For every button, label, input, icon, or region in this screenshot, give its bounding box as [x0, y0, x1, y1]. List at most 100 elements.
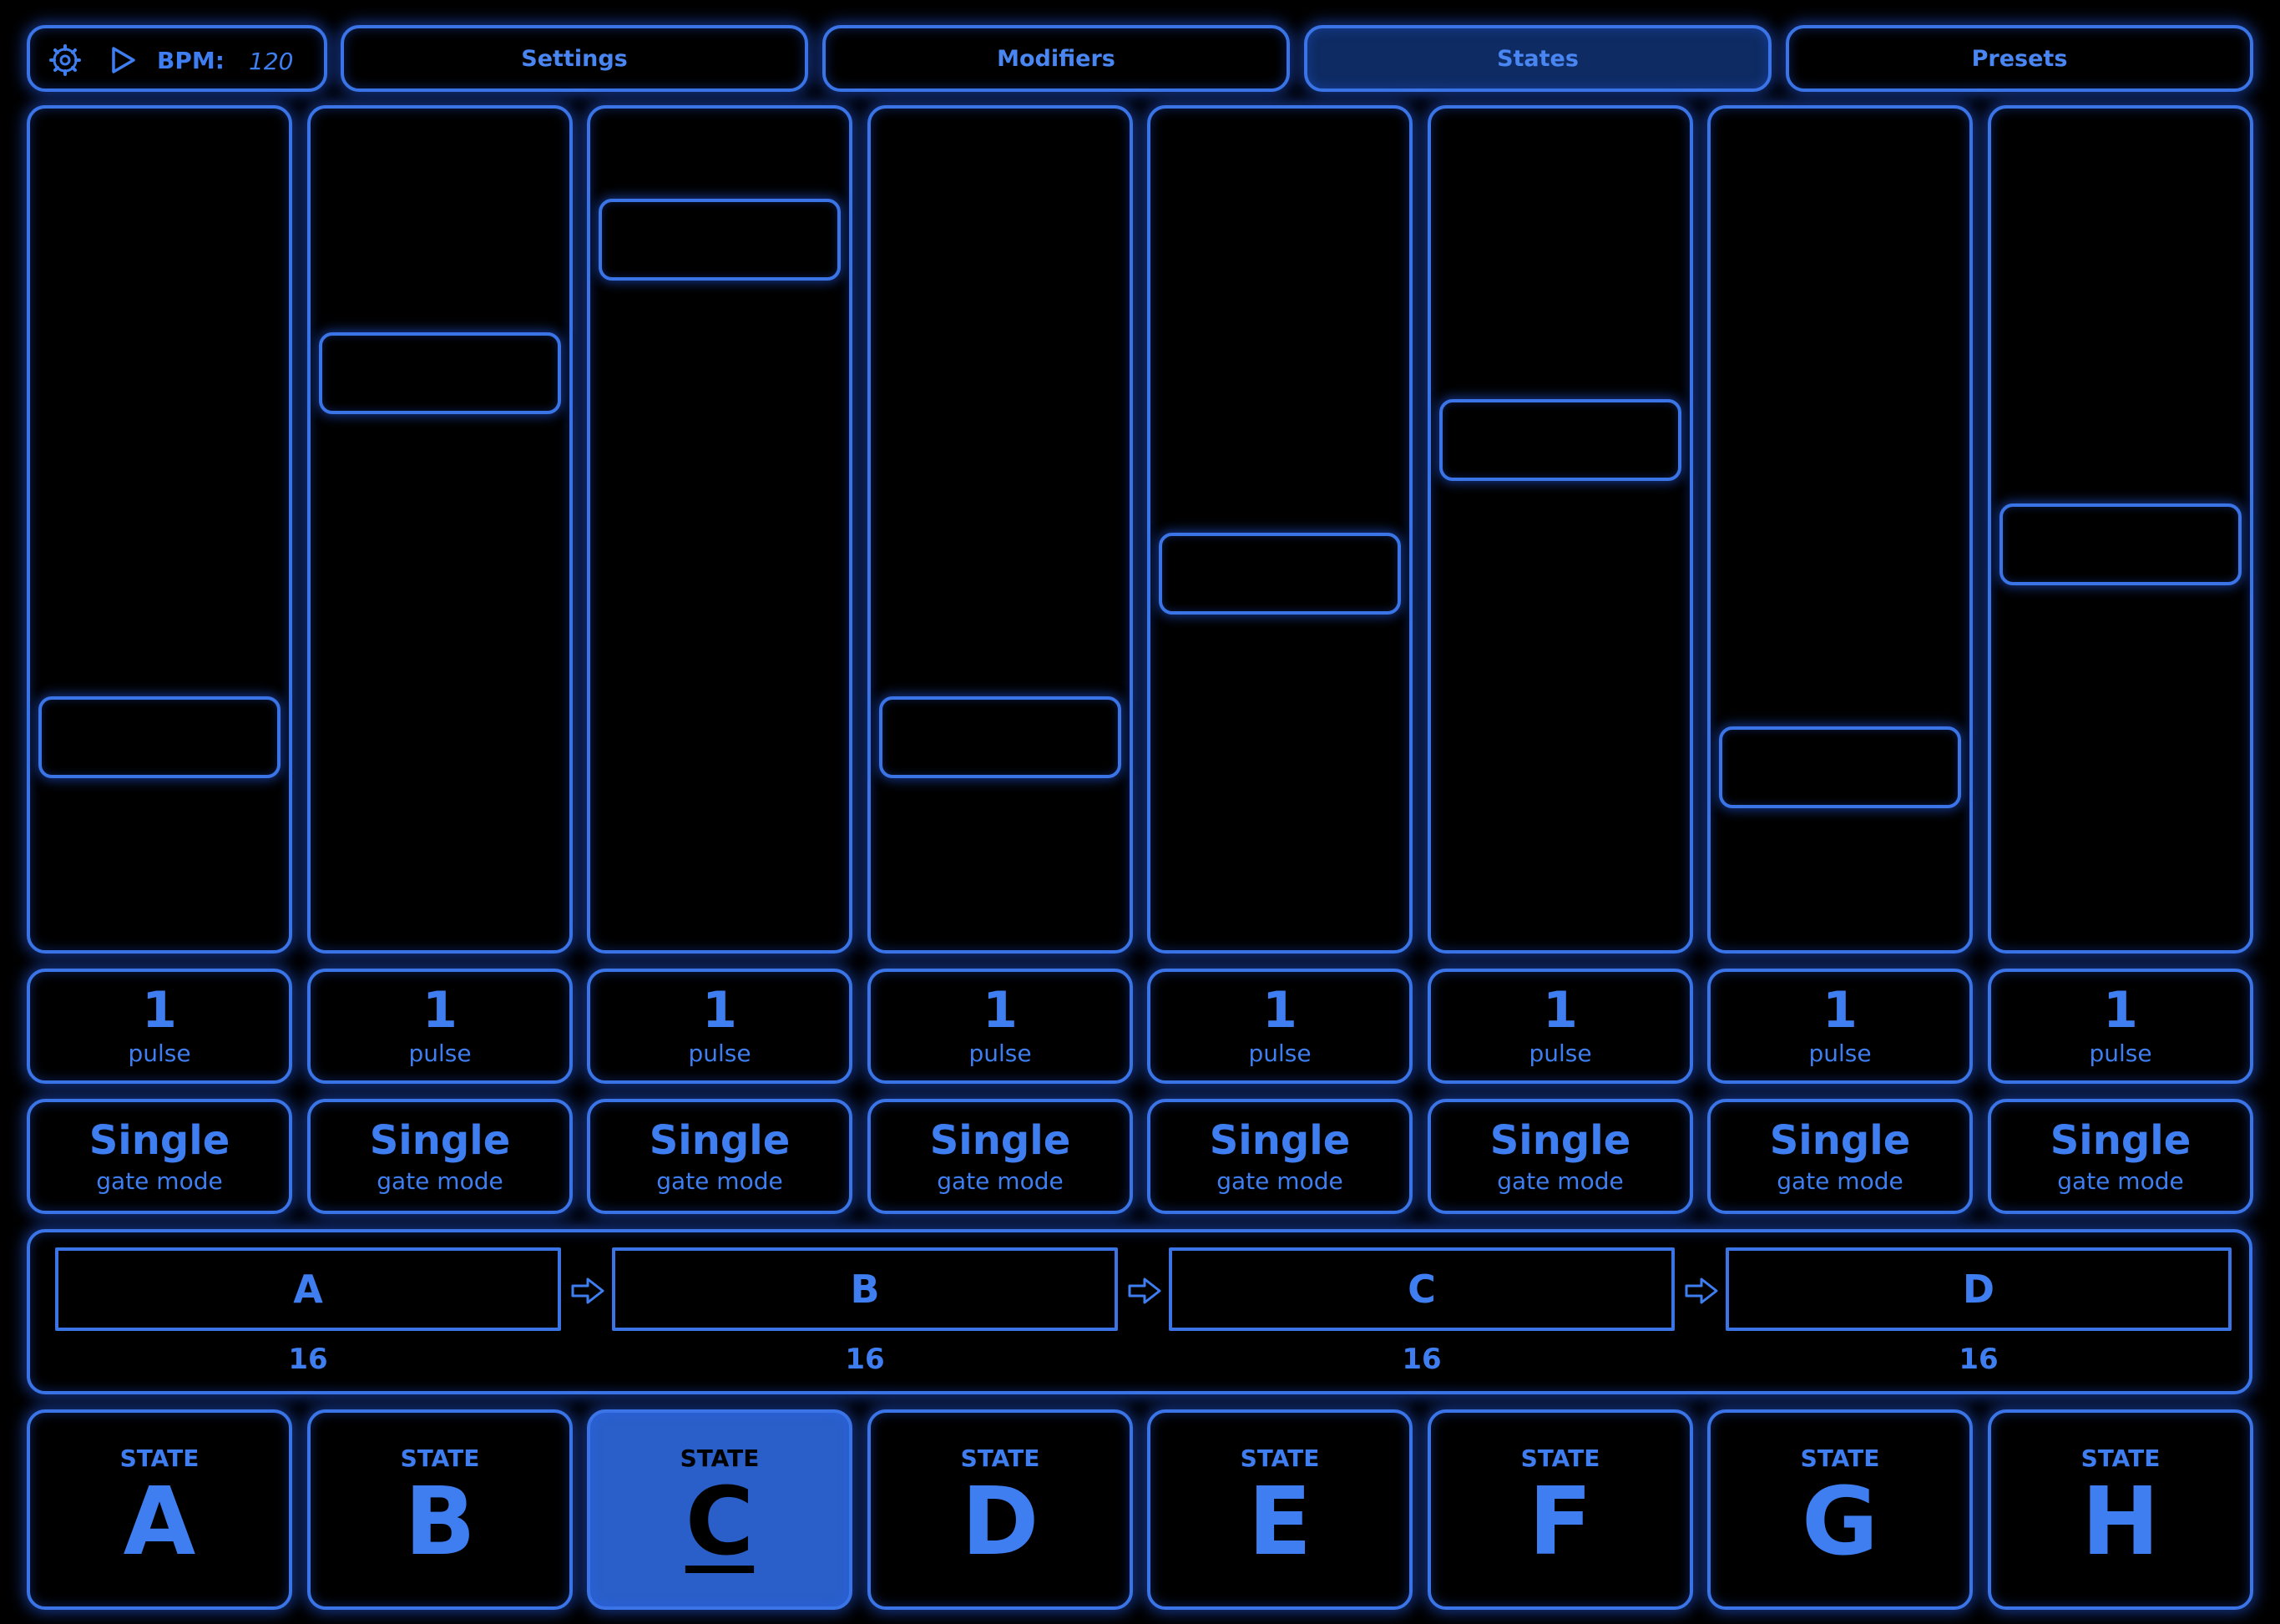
pulse-label: pulse [1808, 1039, 1872, 1067]
tab-modifiers[interactable]: Modifiers [822, 25, 1290, 92]
step-length[interactable]: 16 [1169, 1343, 1675, 1376]
state-button-g[interactable]: STATE G [1707, 1409, 1973, 1610]
gate-mode-label: gate mode [96, 1166, 223, 1195]
tab-presets[interactable]: Presets [1786, 25, 2253, 92]
bpm-label: BPM: [157, 47, 225, 74]
step-name: A [293, 1267, 323, 1312]
state-letter: D [961, 1467, 1039, 1576]
gate-mode-label: gate mode [1497, 1166, 1624, 1195]
pulse-control-1[interactable]: 1 pulse [27, 969, 292, 1084]
gate-mode-control-6[interactable]: Single gate mode [1428, 1099, 1693, 1214]
slider-handle[interactable] [599, 198, 841, 281]
channel-slider-8[interactable] [1988, 105, 2253, 954]
play-icon[interactable] [109, 45, 137, 75]
gate-mode-label: gate mode [1777, 1166, 1903, 1195]
pulse-value: 1 [422, 980, 458, 1040]
gate-mode-control-5[interactable]: Single gate mode [1147, 1099, 1413, 1214]
bpm-value[interactable]: 120 [249, 48, 293, 75]
pulse-control-4[interactable]: 1 pulse [867, 969, 1133, 1084]
pulse-value: 1 [1543, 980, 1578, 1040]
pulse-label: pulse [1529, 1039, 1592, 1067]
state-letter: B [404, 1467, 476, 1576]
pulse-control-8[interactable]: 1 pulse [1988, 969, 2253, 1084]
step-name: B [850, 1267, 880, 1312]
gate-mode-value: Single [649, 1116, 791, 1164]
gate-mode-control-8[interactable]: Single gate mode [1988, 1099, 2253, 1214]
gate-mode-value: Single [929, 1116, 1071, 1164]
pulse-value: 1 [1262, 980, 1297, 1040]
pulse-label: pulse [128, 1039, 191, 1067]
pulse-label: pulse [1248, 1039, 1312, 1067]
step-length[interactable]: 16 [612, 1343, 1118, 1376]
pulse-label: pulse [2089, 1039, 2152, 1067]
transport-bar: BPM: 120 [27, 25, 327, 92]
gate-mode-label: gate mode [377, 1166, 503, 1195]
channel-slider-3[interactable] [587, 105, 852, 954]
tab-label: Settings [521, 45, 628, 72]
sequence-step-c[interactable]: C [1169, 1247, 1675, 1331]
gate-mode-control-4[interactable]: Single gate mode [867, 1099, 1133, 1214]
state-button-a[interactable]: STATE A [27, 1409, 292, 1610]
pulse-value: 1 [142, 980, 177, 1040]
gate-mode-label: gate mode [2057, 1166, 2184, 1195]
slider-handle[interactable] [1999, 503, 2242, 585]
gate-mode-label: gate mode [937, 1166, 1064, 1195]
pulse-control-6[interactable]: 1 pulse [1428, 969, 1693, 1084]
slider-handle[interactable] [1439, 399, 1681, 482]
tab-label: Modifiers [997, 45, 1115, 72]
state-letter: G [1802, 1467, 1878, 1576]
step-name: C [1408, 1267, 1436, 1312]
gate-mode-label: gate mode [1216, 1166, 1343, 1195]
gate-mode-value: Single [88, 1116, 230, 1164]
step-length[interactable]: 16 [1726, 1343, 2232, 1376]
pulse-control-7[interactable]: 1 pulse [1707, 969, 1973, 1084]
sequence-step-b[interactable]: B [612, 1247, 1118, 1331]
pulse-value: 1 [702, 980, 737, 1040]
sequence-step-d[interactable]: D [1726, 1247, 2232, 1331]
state-button-c[interactable]: STATE C [587, 1409, 852, 1610]
state-button-f[interactable]: STATE F [1428, 1409, 1693, 1610]
sequence-step-a[interactable]: A [55, 1247, 561, 1331]
tab-label: Presets [1971, 45, 2068, 72]
gate-mode-value: Single [1769, 1116, 1911, 1164]
channel-slider-1[interactable] [27, 105, 292, 954]
tab-states[interactable]: States [1304, 25, 1772, 92]
slider-handle[interactable] [1719, 726, 1961, 808]
state-button-b[interactable]: STATE B [307, 1409, 573, 1610]
state-letter: A [123, 1467, 196, 1576]
state-letter: C [685, 1467, 755, 1576]
tab-label: States [1497, 45, 1579, 72]
gate-mode-control-3[interactable]: Single gate mode [587, 1099, 852, 1214]
gate-mode-value: Single [1489, 1116, 1631, 1164]
step-name: D [1962, 1267, 1995, 1312]
slider-handle[interactable] [879, 696, 1121, 779]
gate-mode-value: Single [369, 1116, 511, 1164]
state-button-e[interactable]: STATE E [1147, 1409, 1413, 1610]
pulse-value: 1 [983, 980, 1018, 1040]
channel-slider-6[interactable] [1428, 105, 1693, 954]
gate-mode-value: Single [1209, 1116, 1351, 1164]
slider-handle[interactable] [319, 332, 561, 415]
pulse-control-5[interactable]: 1 pulse [1147, 969, 1413, 1084]
step-length[interactable]: 16 [55, 1343, 561, 1376]
arrow-right-icon [569, 1274, 606, 1308]
tab-settings[interactable]: Settings [341, 25, 808, 92]
channel-slider-4[interactable] [867, 105, 1133, 954]
sequence-panel: A 16 B 16 C 16 D 16 [27, 1229, 2252, 1394]
channel-slider-5[interactable] [1147, 105, 1413, 954]
channel-slider-2[interactable] [307, 105, 573, 954]
state-button-d[interactable]: STATE D [867, 1409, 1133, 1610]
gate-mode-control-1[interactable]: Single gate mode [27, 1099, 292, 1214]
pulse-control-2[interactable]: 1 pulse [307, 969, 573, 1084]
gate-mode-control-2[interactable]: Single gate mode [307, 1099, 573, 1214]
arrow-right-icon [1126, 1274, 1163, 1308]
gate-mode-control-7[interactable]: Single gate mode [1707, 1099, 1973, 1214]
slider-handle[interactable] [38, 696, 281, 779]
pulse-control-3[interactable]: 1 pulse [587, 969, 852, 1084]
channel-slider-7[interactable] [1707, 105, 1973, 954]
gate-mode-value: Single [2050, 1116, 2192, 1164]
slider-handle[interactable] [1159, 533, 1401, 615]
gear-icon[interactable] [48, 43, 82, 77]
state-button-h[interactable]: STATE H [1988, 1409, 2253, 1610]
pulse-value: 1 [2103, 980, 2138, 1040]
